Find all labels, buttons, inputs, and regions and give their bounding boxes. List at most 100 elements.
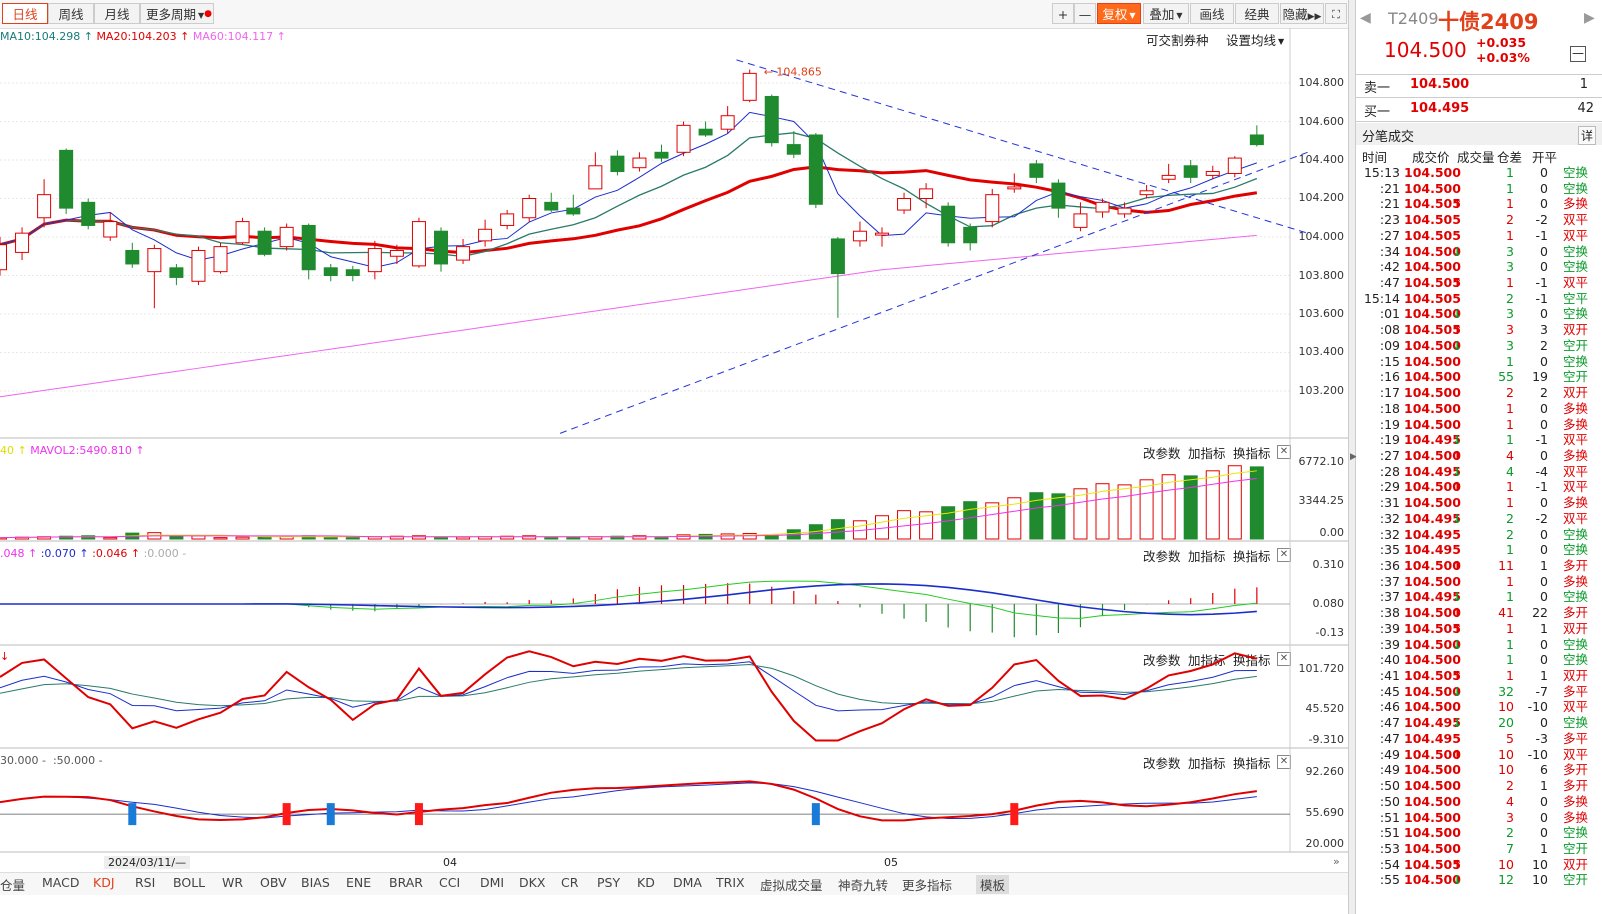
- candle-body: [1139, 190, 1154, 196]
- indicator-tab-21[interactable]: 模板: [976, 875, 1010, 894]
- candle-body: [1117, 207, 1132, 215]
- candle-body: [588, 165, 603, 190]
- y-tick-label: 104.400: [1298, 153, 1345, 166]
- minimize-icon[interactable]: —: [1570, 46, 1586, 62]
- bid1-row: 买一 104.495 42: [1356, 100, 1602, 120]
- candle-body: [169, 267, 184, 278]
- indicator-tab-10[interactable]: CCI: [439, 875, 460, 890]
- candle-body: [478, 228, 493, 242]
- trade-row: :27 104.500 4 0 多换 ↑: [1356, 448, 1602, 464]
- arrow-up-icon: ↑: [1452, 322, 1463, 338]
- indicator-tab-17[interactable]: TRIX: [716, 875, 745, 890]
- indicator-tab-2[interactable]: KDJ: [93, 875, 115, 890]
- trade-time: :47: [1379, 275, 1400, 291]
- bid1-price: 104.495: [1410, 101, 1470, 116]
- y-tick-label: 0.080: [1312, 597, 1345, 610]
- trade-volume: 11: [1498, 558, 1514, 573]
- trade-volume: 3: [1506, 306, 1514, 322]
- trade-row: :45 104.500 32 -7 多平 ↓: [1356, 684, 1602, 700]
- signal-mark-red: [1010, 803, 1019, 826]
- indicator-tab-11[interactable]: DMI: [480, 875, 504, 890]
- indicator-tab-3[interactable]: RSI: [135, 875, 155, 890]
- trade-type: 多平: [1562, 730, 1588, 746]
- indicator-tab-6[interactable]: OBV: [260, 875, 287, 890]
- trade-row: :09 104.500 3 2 空开 ↓: [1356, 338, 1602, 354]
- prev-contract-icon[interactable]: ◀: [1360, 10, 1371, 26]
- trade-row: :55 104.500 12 10 空开 ↓: [1356, 872, 1602, 888]
- trade-type: 多开: [1562, 778, 1588, 794]
- trade-volume: 4: [1506, 463, 1514, 479]
- trade-row: :21 104.500 1 0 空换: [1356, 181, 1602, 197]
- trade-time: :40: [1379, 652, 1400, 668]
- trade-type: 双平: [1562, 212, 1588, 228]
- volume-bar: [103, 537, 118, 540]
- candle-body: [1183, 165, 1198, 178]
- trade-type: 双开: [1562, 856, 1588, 872]
- candle-body: [786, 144, 801, 155]
- indicator-tab-15[interactable]: KD: [637, 875, 655, 890]
- trade-time: :19: [1379, 416, 1400, 432]
- indicator-tab-12[interactable]: DKX: [519, 875, 545, 890]
- trade-row: :23 104.505 2 -2 双平: [1356, 212, 1602, 228]
- chart-canvas[interactable]: ← 104.865: [0, 0, 1348, 914]
- candle-body: [257, 230, 272, 255]
- scroll-right-icon[interactable]: »: [1333, 855, 1340, 868]
- volume-bar: [235, 536, 250, 540]
- indicator-tab-14[interactable]: PSY: [597, 875, 620, 890]
- trade-volume: 1: [1506, 542, 1514, 558]
- trade-row: :40 104.500 1 0 空换: [1356, 652, 1602, 668]
- chart-area[interactable]: 日线 周线 月线 更多周期 ▼● + — 复权 ▼ 叠加 ▼ 画线 经典 隐藏▶▶ ⛶…: [0, 0, 1348, 914]
- panel-splitter[interactable]: ▶: [1348, 0, 1357, 914]
- indicator-tab-13[interactable]: CR: [561, 875, 578, 890]
- indicator-tab-16[interactable]: DMA: [673, 875, 702, 890]
- indicator-tab-5[interactable]: WR: [222, 875, 243, 890]
- indicator-tab-7[interactable]: BIAS: [301, 875, 330, 890]
- trade-row: :51 104.500 3 0 多换: [1356, 810, 1602, 826]
- trade-row: :50 104.500 2 1 多开: [1356, 778, 1602, 794]
- indicator-tab-9[interactable]: BRAR: [389, 875, 423, 890]
- trade-row: :01 104.500 3 0 空换 ↓: [1356, 306, 1602, 322]
- trade-volume: 1: [1506, 275, 1514, 291]
- candle-body: [301, 224, 316, 271]
- y-tick-label: 45.520: [1305, 702, 1345, 715]
- y-tick-label: 103.600: [1298, 307, 1345, 320]
- quote-title-row: ◀ T2409 十债2409 ▶: [1356, 6, 1602, 34]
- candle-body: [830, 238, 845, 275]
- candle-body: [1095, 201, 1110, 213]
- indicator-tab-1[interactable]: MACD: [42, 875, 79, 890]
- indicator-tab-19[interactable]: 神奇九转: [838, 875, 888, 894]
- candle-body: [897, 198, 912, 211]
- trade-volume: 1: [1506, 636, 1514, 652]
- volume-bar: [654, 537, 669, 540]
- next-contract-icon[interactable]: ▶: [1584, 10, 1595, 26]
- trade-time: :37: [1379, 573, 1400, 589]
- trade-volume: 2: [1506, 825, 1514, 841]
- trade-volume: 1: [1506, 668, 1514, 684]
- indicator-tab-18[interactable]: 虚拟成交量: [760, 875, 823, 894]
- trade-time: :42: [1379, 259, 1400, 275]
- indicator-tab-4[interactable]: BOLL: [173, 875, 205, 890]
- trade-volume: 3: [1506, 259, 1514, 275]
- indicator-tab-20[interactable]: 更多指标: [902, 875, 952, 894]
- candle-body: [456, 246, 471, 261]
- candle-body: [389, 249, 404, 257]
- volume-bar: [566, 536, 581, 540]
- trade-time: :34: [1379, 243, 1400, 259]
- arrow-down-icon: ↓: [1452, 636, 1463, 652]
- indicator-tabs: 仓量 MACD KDJ RSI BOLL WR OBV BIAS ENE BRAR CCI DMI DK…: [0, 872, 1348, 895]
- volume-bar: [1117, 484, 1132, 540]
- trade-time: :35: [1379, 542, 1400, 558]
- arrow-up-icon: ↑: [1452, 605, 1463, 621]
- trade-time: :27: [1379, 227, 1400, 243]
- trade-type: 多换: [1562, 793, 1588, 809]
- indicator-tab-8[interactable]: ENE: [346, 875, 371, 890]
- date-may-label: 05: [884, 856, 898, 869]
- trade-row: 15:14 104.505 2 -1 空平: [1356, 291, 1602, 307]
- trade-time: :17: [1379, 385, 1400, 401]
- trade-row: :38 104.500 41 22 多开 ↑: [1356, 605, 1602, 621]
- trade-row: :50 104.500 4 0 多换: [1356, 794, 1602, 810]
- trade-volume: 3: [1506, 243, 1514, 259]
- trade-time: :23: [1379, 212, 1400, 228]
- indicator-tab-0[interactable]: 仓量: [0, 875, 25, 894]
- trades-detail-button[interactable]: 详: [1577, 126, 1596, 145]
